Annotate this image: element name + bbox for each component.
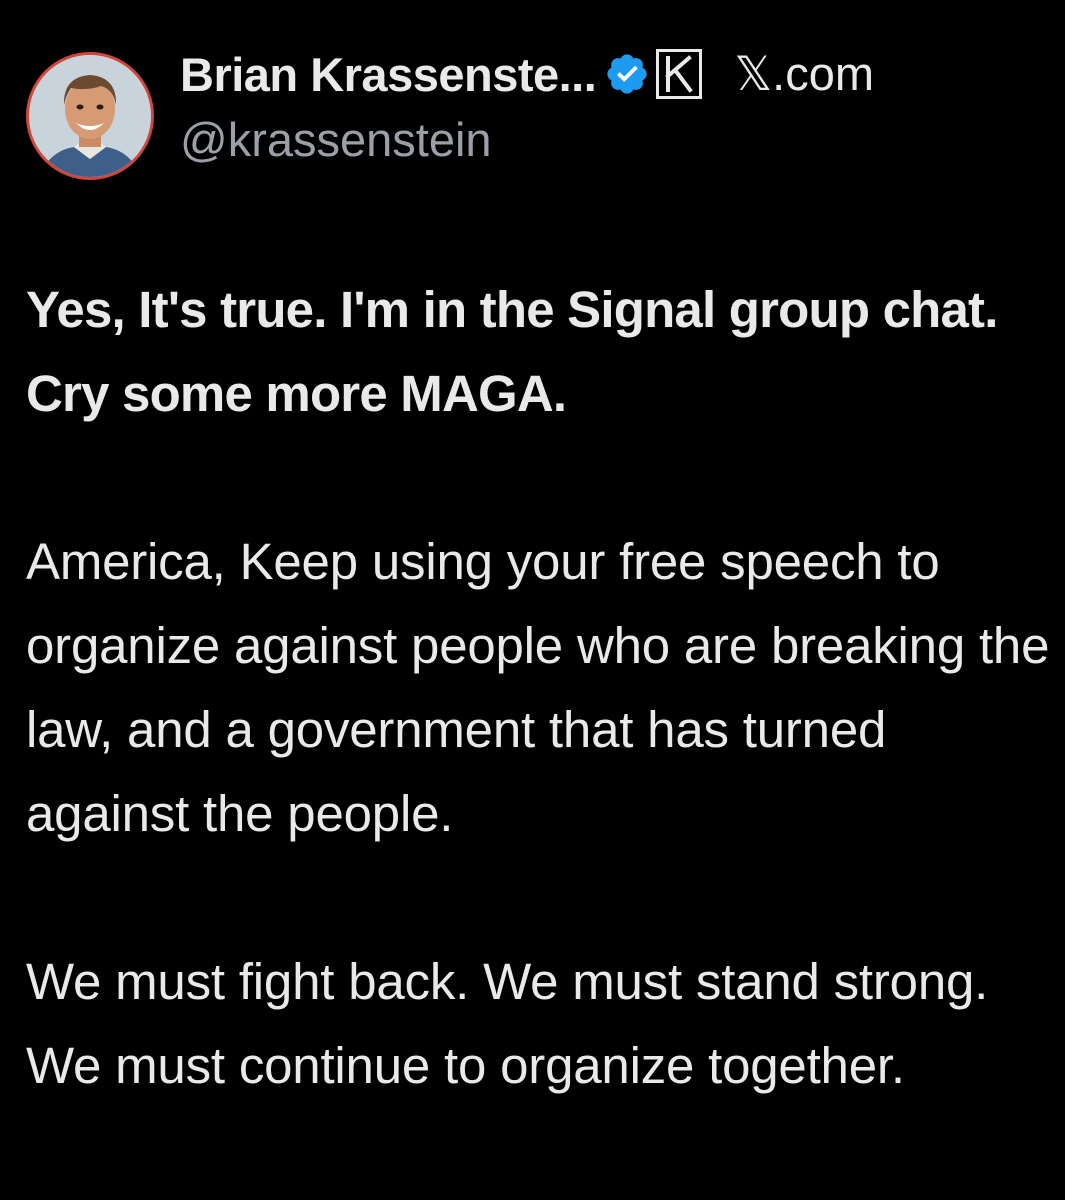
avatar-image (29, 55, 151, 177)
tweet-text: Yes, It's true. I'm in the Signal group … (26, 268, 1051, 1108)
k-affiliate-icon (656, 49, 703, 99)
avatar[interactable] (26, 52, 154, 180)
author-name-row: Brian Krassenste... 𝕏.com (180, 42, 874, 106)
tweet-paragraph: We must fight back. We must stand strong… (26, 953, 989, 1094)
tweet-header: Brian Krassenste... 𝕏.com @krassenstein (26, 42, 1036, 182)
author-handle[interactable]: @krassenstein (180, 112, 492, 167)
tweet-paragraph: Yes, It's true. I'm in the Signal group … (26, 281, 998, 422)
tweet-paragraph: America, Keep using your free speech to … (26, 533, 1050, 842)
site-label: 𝕏.com (734, 47, 875, 100)
author-display-name[interactable]: Brian Krassenste... (180, 47, 597, 102)
verified-badge-icon (604, 51, 650, 97)
